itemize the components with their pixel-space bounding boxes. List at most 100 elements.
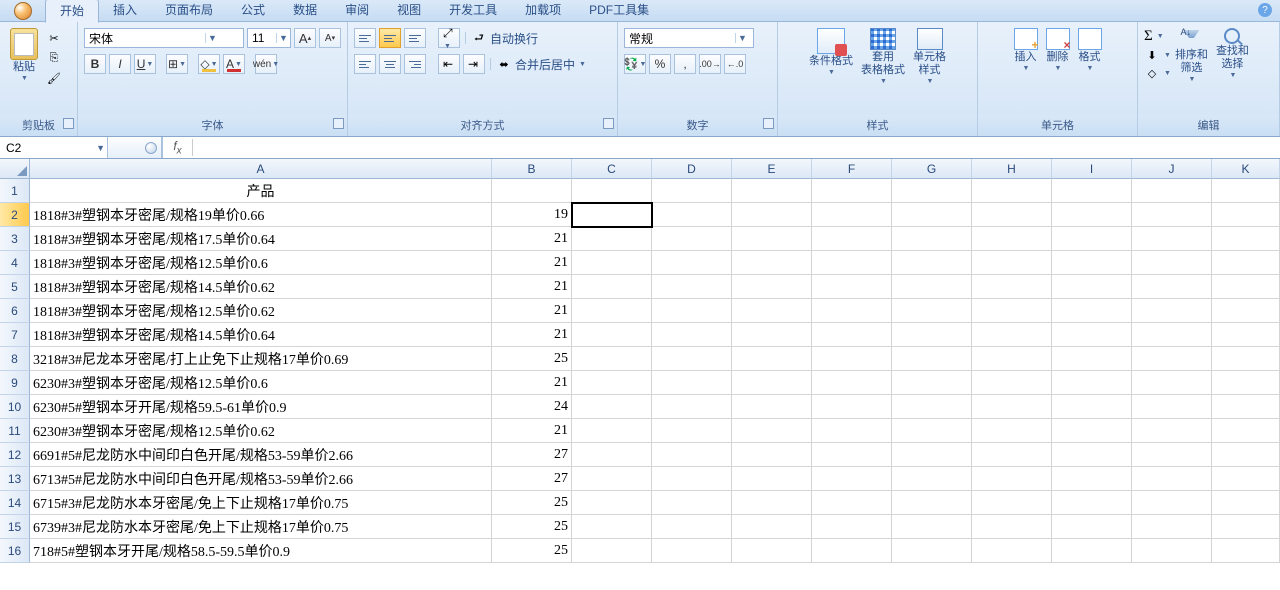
cell-D2[interactable] [652, 203, 732, 227]
fx-button[interactable]: fx [163, 139, 193, 156]
align-left-button[interactable] [354, 54, 376, 74]
cell-J2[interactable] [1132, 203, 1212, 227]
col-header-J[interactable]: J [1132, 159, 1212, 179]
cell-F16[interactable] [812, 539, 892, 563]
cell-C9[interactable] [572, 371, 652, 395]
cell-C6[interactable] [572, 299, 652, 323]
cell-A7[interactable]: 1818#3#塑钢本牙密尾/规格14.5单价0.64 [30, 323, 492, 347]
cell-A10[interactable]: 6230#5#塑钢本牙开尾/规格59.5-61单价0.9 [30, 395, 492, 419]
cell-B4[interactable]: 21 [492, 251, 572, 275]
cell-C16[interactable] [572, 539, 652, 563]
tab-6[interactable]: 视图 [383, 0, 435, 22]
cell-F13[interactable] [812, 467, 892, 491]
cell-G15[interactable] [892, 515, 972, 539]
cell-I5[interactable] [1052, 275, 1132, 299]
cell-J8[interactable] [1132, 347, 1212, 371]
cell-J15[interactable] [1132, 515, 1212, 539]
align-bottom-button[interactable] [404, 28, 426, 48]
cell-D15[interactable] [652, 515, 732, 539]
clipboard-dialog-launcher[interactable] [63, 118, 74, 129]
cell-H4[interactable] [972, 251, 1052, 275]
cell-K16[interactable] [1212, 539, 1280, 563]
cell-C11[interactable] [572, 419, 652, 443]
merge-center-button[interactable]: ⬌合并后居中▼ [496, 56, 586, 73]
cell-K1[interactable] [1212, 179, 1280, 203]
cell-G7[interactable] [892, 323, 972, 347]
tab-0[interactable]: 开始 [45, 0, 99, 23]
cell-B13[interactable]: 27 [492, 467, 572, 491]
col-header-F[interactable]: F [812, 159, 892, 179]
orientation-button[interactable]: ⤢▼ [438, 28, 460, 48]
cell-I13[interactable] [1052, 467, 1132, 491]
cell-I4[interactable] [1052, 251, 1132, 275]
cell-E8[interactable] [732, 347, 812, 371]
cell-B9[interactable]: 21 [492, 371, 572, 395]
cell-E4[interactable] [732, 251, 812, 275]
tab-4[interactable]: 数据 [279, 0, 331, 22]
tab-1[interactable]: 插入 [99, 0, 151, 22]
cell-F6[interactable] [812, 299, 892, 323]
align-center-button[interactable] [379, 54, 401, 74]
fill-color-button[interactable]: ◇▼ [198, 54, 220, 74]
cell-I8[interactable] [1052, 347, 1132, 371]
cut-icon[interactable]: ✂ [46, 30, 62, 46]
cell-H7[interactable] [972, 323, 1052, 347]
tab-2[interactable]: 页面布局 [151, 0, 227, 22]
cell-K5[interactable] [1212, 275, 1280, 299]
cell-D3[interactable] [652, 227, 732, 251]
cell-K14[interactable] [1212, 491, 1280, 515]
cell-B6[interactable]: 21 [492, 299, 572, 323]
tab-5[interactable]: 审阅 [331, 0, 383, 22]
cell-A5[interactable]: 1818#3#塑钢本牙密尾/规格14.5单价0.62 [30, 275, 492, 299]
cell-E3[interactable] [732, 227, 812, 251]
cell-A16[interactable]: 718#5#塑钢本牙开尾/规格58.5-59.5单价0.9 [30, 539, 492, 563]
cancel-icon[interactable] [145, 142, 157, 154]
cell-A3[interactable]: 1818#3#塑钢本牙密尾/规格17.5单价0.64 [30, 227, 492, 251]
cell-G5[interactable] [892, 275, 972, 299]
row-header-6[interactable]: 6 [0, 299, 30, 323]
cell-B10[interactable]: 24 [492, 395, 572, 419]
cell-B5[interactable]: 21 [492, 275, 572, 299]
row-header-1[interactable]: 1 [0, 179, 30, 203]
cell-H16[interactable] [972, 539, 1052, 563]
cell-A13[interactable]: 6713#5#尼龙防水中间印白色开尾/规格53-59单价2.66 [30, 467, 492, 491]
cell-E5[interactable] [732, 275, 812, 299]
cell-K9[interactable] [1212, 371, 1280, 395]
cell-D5[interactable] [652, 275, 732, 299]
col-header-I[interactable]: I [1052, 159, 1132, 179]
cell-D14[interactable] [652, 491, 732, 515]
border-button[interactable]: ⊞▼ [166, 54, 188, 74]
cell-J11[interactable] [1132, 419, 1212, 443]
cell-J16[interactable] [1132, 539, 1212, 563]
cell-F11[interactable] [812, 419, 892, 443]
italic-button[interactable]: I [109, 54, 131, 74]
cell-F2[interactable] [812, 203, 892, 227]
cell-A8[interactable]: 3218#3#尼龙本牙密尾/打上止免下止规格17单价0.69 [30, 347, 492, 371]
cell-B14[interactable]: 25 [492, 491, 572, 515]
cell-B16[interactable]: 25 [492, 539, 572, 563]
cell-K10[interactable] [1212, 395, 1280, 419]
row-header-14[interactable]: 14 [0, 491, 30, 515]
tab-7[interactable]: 开发工具 [435, 0, 511, 22]
row-header-13[interactable]: 13 [0, 467, 30, 491]
col-header-E[interactable]: E [732, 159, 812, 179]
cell-H6[interactable] [972, 299, 1052, 323]
cell-J14[interactable] [1132, 491, 1212, 515]
cell-B3[interactable]: 21 [492, 227, 572, 251]
cell-I14[interactable] [1052, 491, 1132, 515]
format-painter-icon[interactable]: 🖌 [46, 70, 62, 86]
cell-E13[interactable] [732, 467, 812, 491]
cell-C1[interactable] [572, 179, 652, 203]
align-top-button[interactable] [354, 28, 376, 48]
row-header-9[interactable]: 9 [0, 371, 30, 395]
cell-J5[interactable] [1132, 275, 1212, 299]
cell-G11[interactable] [892, 419, 972, 443]
cell-C12[interactable] [572, 443, 652, 467]
cell-A4[interactable]: 1818#3#塑钢本牙密尾/规格12.5单价0.6 [30, 251, 492, 275]
col-header-H[interactable]: H [972, 159, 1052, 179]
cell-D4[interactable] [652, 251, 732, 275]
row-header-8[interactable]: 8 [0, 347, 30, 371]
cell-H11[interactable] [972, 419, 1052, 443]
cell-I11[interactable] [1052, 419, 1132, 443]
cell-J13[interactable] [1132, 467, 1212, 491]
